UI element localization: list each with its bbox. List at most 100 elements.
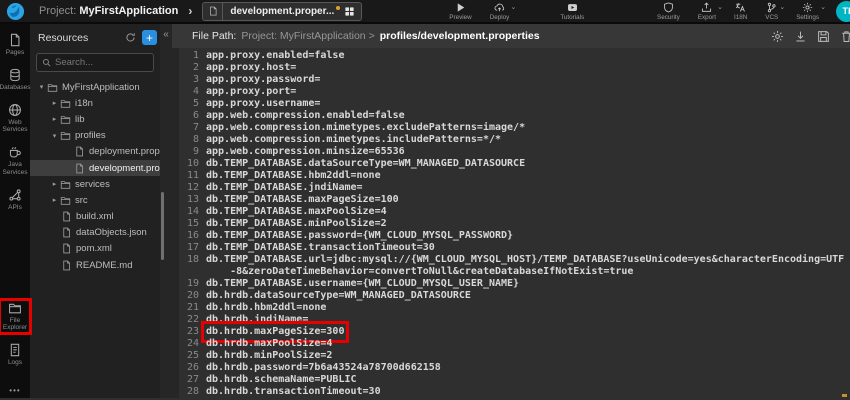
code-text: db.hrdb.hbm2ddl=none — [206, 302, 326, 314]
tree-item-profiles[interactable]: ▾profiles — [30, 128, 160, 144]
code-line-15[interactable]: 15db.TEMP_DATABASE.minPoolSize=2 — [179, 218, 850, 230]
editor-tool-gear-icon[interactable] — [771, 30, 784, 43]
code-line-16[interactable]: 16db.TEMP_DATABASE.password={WM_CLOUD_MY… — [179, 230, 850, 242]
caret-down-icon[interactable]: ▾ — [49, 132, 60, 140]
code-line-wrap[interactable]: -8&zeroDateTimeBehavior=convertToNull&cr… — [179, 266, 850, 278]
code-line-21[interactable]: 21db.hrdb.hbm2ddl=none — [179, 302, 850, 314]
code-line-27[interactable]: 27db.hrdb.schemaName=PUBLIC — [179, 374, 850, 386]
search-input[interactable] — [55, 57, 148, 68]
branch-icon — [766, 2, 777, 13]
topbar-action-i18n[interactable]: I18N — [734, 2, 747, 21]
code-line-2[interactable]: 2app.proxy.host= — [179, 62, 850, 74]
code-line-24[interactable]: 24db.hrdb.maxPoolSize=4 — [179, 338, 850, 350]
tree-item-services[interactable]: ▸services — [30, 176, 160, 192]
topbar-action-export[interactable]: ⌄Export — [698, 2, 716, 21]
topbar-action-vcs[interactable]: ⌄VCS — [765, 2, 778, 21]
code-line-11[interactable]: 11db.TEMP_DATABASE.hbm2ddl=none — [179, 170, 850, 182]
code-text: app.web.compression.mimetypes.excludePat… — [206, 122, 525, 134]
code-line-9[interactable]: 9app.web.compression.minsize=65536 — [179, 146, 850, 158]
play-icon — [455, 2, 466, 13]
refresh-icon[interactable] — [125, 32, 136, 43]
code-line-3[interactable]: 3app.proxy.password= — [179, 74, 850, 86]
sidebar-item-logs[interactable]: Logs — [1, 343, 29, 367]
topbar-action-tutorials[interactable]: Tutorials — [560, 2, 584, 21]
tree-item-build-xml[interactable]: build.xml — [30, 209, 160, 225]
user-avatar[interactable]: TI — [836, 1, 850, 22]
caret-right-icon[interactable]: ▸ — [49, 180, 60, 188]
code-line-4[interactable]: 4app.proxy.port= — [179, 86, 850, 98]
caret-down-icon[interactable]: ▾ — [36, 83, 47, 91]
sidebar-item-web-services[interactable]: Web Services — [1, 103, 29, 135]
topbar-action-settings[interactable]: ⌄Settings — [796, 2, 819, 21]
tree-item-i18n[interactable]: ▸i18n — [30, 95, 160, 111]
sidebar-item-apis[interactable]: APIs — [1, 188, 29, 212]
tree-folder-icon — [60, 98, 71, 109]
cloud-upload-icon — [494, 2, 505, 13]
tree-item-lib[interactable]: ▸lib — [30, 111, 160, 127]
code-line-23[interactable]: 23db.hrdb.maxPageSize=300 — [179, 326, 850, 338]
chevron-down-icon[interactable]: ⌄ — [510, 4, 516, 11]
tree-item-deployment-properties[interactable]: deployment.properties — [30, 144, 160, 160]
code-line-12[interactable]: 12db.TEMP_DATABASE.jndiName= — [179, 182, 850, 194]
code-line-19[interactable]: 19db.TEMP_DATABASE.username={WM_CLOUD_MY… — [179, 278, 850, 290]
code-line-5[interactable]: 5app.proxy.username= — [179, 98, 850, 110]
topbar-action-security[interactable]: Security — [657, 2, 680, 21]
sidebar-item-databases[interactable]: Databases — [1, 68, 29, 92]
code-text: db.TEMP_DATABASE.transactionTimeout=30 — [206, 242, 435, 254]
tree-scrollbar-thumb[interactable] — [161, 192, 164, 260]
panel-splitter[interactable]: « — [160, 24, 172, 398]
code-editor[interactable]: 1app.proxy.enabled=false2app.proxy.host=… — [172, 48, 850, 398]
line-number: 22 — [179, 314, 206, 326]
editor-tool-save-icon[interactable] — [817, 30, 830, 43]
folder-icon — [8, 301, 22, 315]
tree-item-readme-md[interactable]: README.md — [30, 257, 160, 273]
code-line-8[interactable]: 8app.web.compression.mimetypes.includePa… — [179, 134, 850, 146]
sidebar-item-label: Web Services — [1, 119, 29, 135]
tree-item-myfirstapplication[interactable]: ▾ MyFirstApplication — [30, 79, 160, 95]
tree-item-label: development.properties — [89, 163, 160, 174]
sidebar-overflow-menu[interactable]: ••• — [9, 386, 20, 395]
editor-tool-trash-icon[interactable] — [840, 30, 850, 43]
tree-item-development-properties[interactable]: development.properties — [30, 160, 160, 176]
chevron-down-icon[interactable]: ⌄ — [820, 4, 826, 11]
code-line-26[interactable]: 26db.hrdb.password=7b6a43524a78700d66215… — [179, 362, 850, 374]
tab-title: development.proper... — [223, 6, 336, 17]
caret-right-icon[interactable]: ▸ — [49, 196, 60, 204]
chevron-down-icon[interactable]: ⌄ — [779, 4, 785, 11]
tree-item-dataobjects-json[interactable]: dataObjects.json — [30, 225, 160, 241]
code-line-28[interactable]: 28db.hrdb.transactionTimeout=30 — [179, 386, 850, 398]
code-line-20[interactable]: 20db.hrdb.dataSourceType=WM_MANAGED_DATA… — [179, 290, 850, 302]
file-tree: ▾ MyFirstApplication ▸i18n▸lib▾profilesdep… — [30, 77, 160, 398]
line-number: 5 — [179, 98, 206, 110]
chevron-down-icon[interactable]: ⌄ — [717, 4, 723, 11]
caret-right-icon[interactable]: ▸ — [49, 99, 60, 107]
sidebar-item-java-services[interactable]: Java Services — [1, 145, 29, 177]
collapse-panel-icon[interactable]: « — [160, 29, 172, 40]
add-resource-button[interactable]: + — [142, 30, 157, 45]
editor-tool-download-icon[interactable] — [794, 30, 807, 43]
line-number: 18 — [179, 254, 206, 266]
code-line-18[interactable]: 18db.TEMP_DATABASE.url=jdbc:mysql://{WM_… — [179, 254, 850, 266]
code-line-22[interactable]: 22db.hrdb.jndiName= — [179, 314, 850, 326]
tree-item-label: MyFirstApplication — [62, 82, 140, 93]
code-line-13[interactable]: 13db.TEMP_DATABASE.maxPageSize=100 — [179, 194, 850, 206]
code-line-7[interactable]: 7app.web.compression.mimetypes.excludePa… — [179, 122, 850, 134]
code-line-1[interactable]: 1app.proxy.enabled=false — [179, 50, 850, 62]
code-line-6[interactable]: 6app.web.compression.enabled=false — [179, 110, 850, 122]
topbar-action-preview[interactable]: Preview — [449, 2, 471, 21]
code-line-25[interactable]: 25db.hrdb.minPoolSize=2 — [179, 350, 850, 362]
sidebar-item-file-explorer[interactable]: File Explorer — [1, 301, 29, 333]
tree-item-src[interactable]: ▸src — [30, 192, 160, 208]
code-text: db.TEMP_DATABASE.dataSourceType=WM_MANAG… — [206, 158, 525, 170]
open-file-tab[interactable]: development.proper... — [202, 2, 362, 21]
code-line-17[interactable]: 17db.TEMP_DATABASE.transactionTimeout=30 — [179, 242, 850, 254]
database-icon — [8, 68, 22, 82]
grid-view-icon[interactable] — [344, 6, 355, 17]
caret-right-icon[interactable]: ▸ — [49, 115, 60, 123]
sidebar-item-pages[interactable]: Pages — [1, 33, 29, 57]
code-line-14[interactable]: 14db.TEMP_DATABASE.maxPoolSize=4 — [179, 206, 850, 218]
topbar-action-deploy[interactable]: ⌄Deploy — [490, 2, 510, 21]
tree-item-pom-xml[interactable]: pom.xml — [30, 241, 160, 257]
tree-file-icon — [74, 146, 85, 157]
code-line-10[interactable]: 10db.TEMP_DATABASE.dataSourceType=WM_MAN… — [179, 158, 850, 170]
